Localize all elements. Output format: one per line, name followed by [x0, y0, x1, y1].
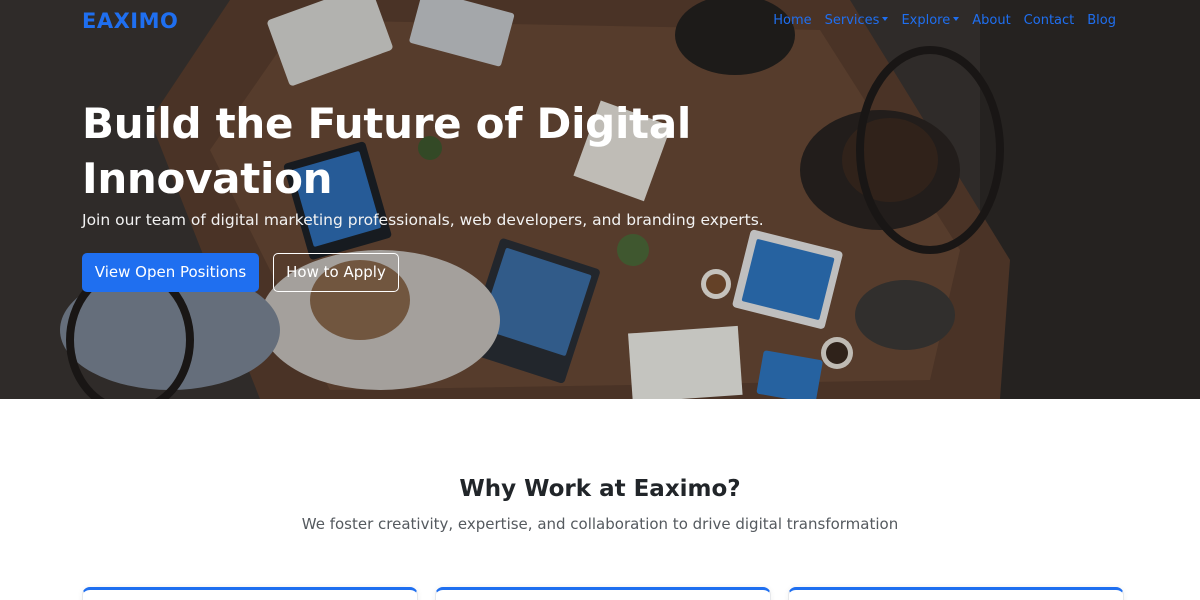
how-to-apply-button[interactable]: How to Apply — [273, 253, 399, 292]
hero-title: Build the Future of Digital Innovation — [82, 99, 691, 203]
nav-about-link[interactable]: About — [972, 13, 1010, 28]
section-title: Why Work at Eaximo? — [459, 476, 741, 502]
nav-services-label: Services — [824, 13, 880, 28]
feature-card — [82, 587, 418, 600]
nav-home-label: Home — [773, 13, 812, 28]
caret-down-icon — [953, 16, 960, 21]
nav-contact-link[interactable]: Contact — [1024, 13, 1075, 28]
nav-blog-label: Blog — [1087, 13, 1116, 28]
nav-services-dropdown[interactable]: Services — [825, 13, 889, 28]
nav-links: Home Services Explore About Contact Blog — [773, 13, 1116, 28]
nav-about-label: About — [972, 13, 1011, 28]
nav-explore-label: Explore — [901, 13, 951, 28]
hero-subtitle: Join our team of digital marketing profe… — [82, 211, 764, 229]
nav-blog-link[interactable]: Blog — [1087, 13, 1116, 28]
nav-explore-dropdown[interactable]: Explore — [901, 13, 960, 28]
view-open-positions-button[interactable]: View Open Positions — [82, 253, 259, 292]
nav-home-link[interactable]: Home — [773, 13, 811, 28]
caret-down-icon — [882, 16, 889, 21]
nav-contact-label: Contact — [1023, 13, 1075, 28]
feature-card — [788, 587, 1124, 600]
section-subtitle: We foster creativity, expertise, and col… — [301, 515, 899, 533]
hero-section: EAXIMO Home Services Explore About Conta… — [0, 0, 1200, 399]
navbar: EAXIMO Home Services Explore About Conta… — [0, 0, 1200, 42]
brand-logo[interactable]: EAXIMO — [82, 9, 178, 33]
feature-card — [435, 587, 771, 600]
